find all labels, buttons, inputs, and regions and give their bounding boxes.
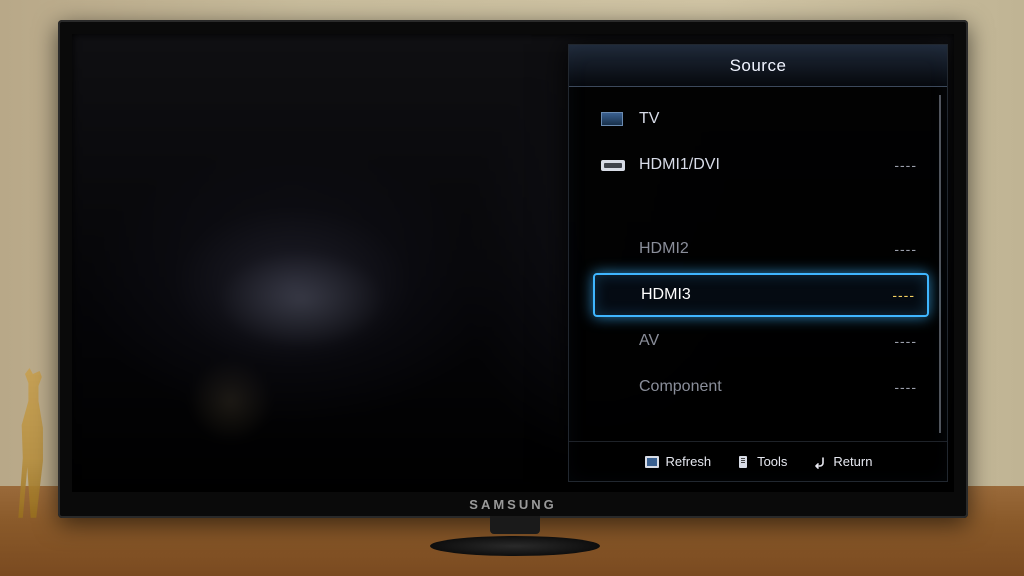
refresh-button[interactable]: Refresh [644,454,712,469]
source-item-av[interactable]: AV ---- [593,319,929,363]
source-item-label: TV [639,110,917,128]
footer-label: Refresh [666,454,712,469]
tools-button[interactable]: Tools [735,454,787,469]
source-menu-panel: Source TV HDMI1/DVI ---- HDMI2 [568,44,948,482]
source-item-status: ---- [894,241,917,257]
tv-brand-logo: SAMSUNG [469,497,556,512]
source-item-status: ---- [894,157,917,173]
tools-icon [735,455,751,469]
menu-body: TV HDMI1/DVI ---- HDMI2 ---- HDMI3 [569,87,947,441]
source-item-tv[interactable]: TV [593,97,929,141]
source-item-hdmi2[interactable]: HDMI2 ---- [593,227,929,271]
source-item-status: ---- [892,287,915,303]
source-item-hdmi3[interactable]: HDMI3 ---- [593,273,929,317]
return-icon [811,455,827,469]
source-item-label: AV [639,332,894,350]
source-item-status: ---- [894,333,917,349]
scrollbar[interactable] [939,95,941,433]
tv-icon [601,112,635,126]
return-button[interactable]: Return [811,454,872,469]
tv-stand [430,516,600,556]
footer-label: Tools [757,454,787,469]
footer-label: Return [833,454,872,469]
source-item-label: HDMI3 [641,286,892,304]
source-item-label: HDMI1/DVI [639,156,894,174]
source-item-status: ---- [894,379,917,395]
group-separator [593,189,929,225]
tv-screen: Source TV HDMI1/DVI ---- HDMI2 [72,34,954,492]
source-item-hdmi1[interactable]: HDMI1/DVI ---- [593,143,929,187]
source-item-label: Component [639,378,894,396]
menu-title: Source [569,45,947,87]
source-item-component[interactable]: Component ---- [593,365,929,409]
menu-footer: Refresh Tools Return [569,441,947,481]
refresh-icon [644,455,660,469]
tv-frame: Source TV HDMI1/DVI ---- HDMI2 [58,20,968,518]
hdmi-icon [601,160,635,171]
source-item-label: HDMI2 [639,240,894,258]
